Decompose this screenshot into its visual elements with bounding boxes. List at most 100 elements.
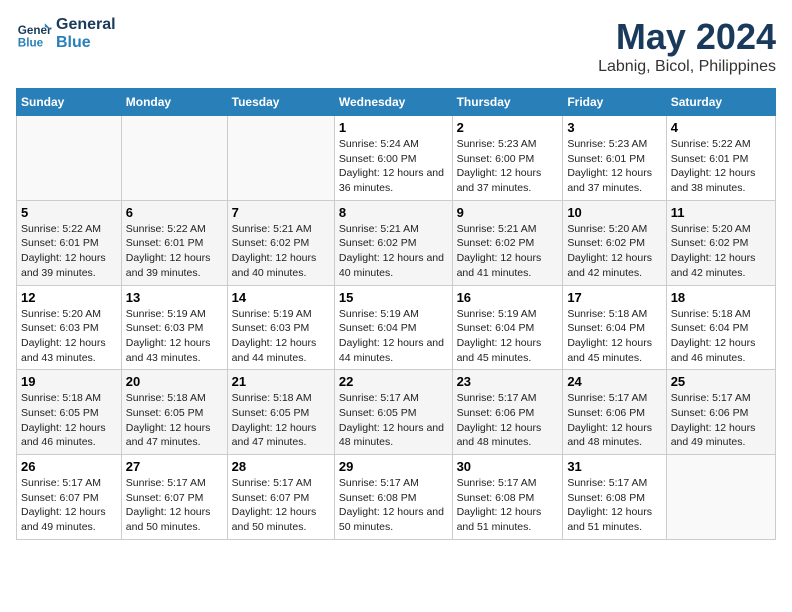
header: General Blue General Blue May 2024 Labni… — [16, 16, 776, 76]
sunrise-text: Sunrise: 5:18 AMSunset: 6:04 PMDaylight:… — [567, 308, 652, 364]
day-number: 30 — [457, 459, 559, 474]
calendar-cell: 5 Sunrise: 5:22 AMSunset: 6:01 PMDayligh… — [17, 200, 122, 285]
day-number: 24 — [567, 374, 661, 389]
day-number: 21 — [232, 374, 330, 389]
calendar-cell: 22 Sunrise: 5:17 AMSunset: 6:05 PMDaylig… — [334, 370, 452, 455]
day-number: 12 — [21, 290, 117, 305]
day-number: 11 — [671, 205, 771, 220]
sunrise-text: Sunrise: 5:17 AMSunset: 6:06 PMDaylight:… — [671, 392, 756, 448]
sunrise-text: Sunrise: 5:22 AMSunset: 6:01 PMDaylight:… — [671, 138, 756, 194]
calendar-cell: 8 Sunrise: 5:21 AMSunset: 6:02 PMDayligh… — [334, 200, 452, 285]
calendar-cell: 2 Sunrise: 5:23 AMSunset: 6:00 PMDayligh… — [452, 116, 563, 201]
svg-text:Blue: Blue — [18, 37, 44, 50]
calendar-cell: 1 Sunrise: 5:24 AMSunset: 6:00 PMDayligh… — [334, 116, 452, 201]
calendar-cell: 11 Sunrise: 5:20 AMSunset: 6:02 PMDaylig… — [666, 200, 775, 285]
sunrise-text: Sunrise: 5:23 AMSunset: 6:00 PMDaylight:… — [457, 138, 542, 194]
sunrise-text: Sunrise: 5:17 AMSunset: 6:08 PMDaylight:… — [567, 477, 652, 533]
sunrise-text: Sunrise: 5:19 AMSunset: 6:04 PMDaylight:… — [457, 308, 542, 364]
sunrise-text: Sunrise: 5:18 AMSunset: 6:05 PMDaylight:… — [232, 392, 317, 448]
day-number: 2 — [457, 120, 559, 135]
title-area: May 2024 Labnig, Bicol, Philippines — [598, 16, 776, 76]
col-header-friday: Friday — [563, 89, 666, 116]
day-number: 31 — [567, 459, 661, 474]
day-number: 14 — [232, 290, 330, 305]
day-number: 5 — [21, 205, 117, 220]
day-number: 15 — [339, 290, 448, 305]
calendar-cell: 25 Sunrise: 5:17 AMSunset: 6:06 PMDaylig… — [666, 370, 775, 455]
sunrise-text: Sunrise: 5:21 AMSunset: 6:02 PMDaylight:… — [339, 223, 444, 279]
col-header-thursday: Thursday — [452, 89, 563, 116]
day-number: 25 — [671, 374, 771, 389]
sunrise-text: Sunrise: 5:19 AMSunset: 6:03 PMDaylight:… — [126, 308, 211, 364]
calendar-cell: 26 Sunrise: 5:17 AMSunset: 6:07 PMDaylig… — [17, 455, 122, 540]
calendar-cell: 29 Sunrise: 5:17 AMSunset: 6:08 PMDaylig… — [334, 455, 452, 540]
sunrise-text: Sunrise: 5:21 AMSunset: 6:02 PMDaylight:… — [232, 223, 317, 279]
day-number: 17 — [567, 290, 661, 305]
day-number: 18 — [671, 290, 771, 305]
logo-line1: General — [56, 16, 116, 34]
logo-line2: Blue — [56, 34, 116, 52]
calendar-cell: 31 Sunrise: 5:17 AMSunset: 6:08 PMDaylig… — [563, 455, 666, 540]
calendar-table: SundayMondayTuesdayWednesdayThursdayFrid… — [16, 88, 776, 540]
day-number: 19 — [21, 374, 117, 389]
col-header-saturday: Saturday — [666, 89, 775, 116]
calendar-cell: 15 Sunrise: 5:19 AMSunset: 6:04 PMDaylig… — [334, 285, 452, 370]
calendar-cell: 10 Sunrise: 5:20 AMSunset: 6:02 PMDaylig… — [563, 200, 666, 285]
day-number: 26 — [21, 459, 117, 474]
subtitle: Labnig, Bicol, Philippines — [598, 58, 776, 76]
calendar-cell: 13 Sunrise: 5:19 AMSunset: 6:03 PMDaylig… — [121, 285, 227, 370]
calendar-cell: 28 Sunrise: 5:17 AMSunset: 6:07 PMDaylig… — [227, 455, 334, 540]
sunrise-text: Sunrise: 5:17 AMSunset: 6:08 PMDaylight:… — [457, 477, 542, 533]
calendar-cell — [666, 455, 775, 540]
main-title: May 2024 — [598, 16, 776, 58]
sunrise-text: Sunrise: 5:17 AMSunset: 6:05 PMDaylight:… — [339, 392, 444, 448]
calendar-cell: 7 Sunrise: 5:21 AMSunset: 6:02 PMDayligh… — [227, 200, 334, 285]
calendar-cell: 30 Sunrise: 5:17 AMSunset: 6:08 PMDaylig… — [452, 455, 563, 540]
calendar-cell — [17, 116, 122, 201]
sunrise-text: Sunrise: 5:18 AMSunset: 6:04 PMDaylight:… — [671, 308, 756, 364]
col-header-tuesday: Tuesday — [227, 89, 334, 116]
calendar-cell: 9 Sunrise: 5:21 AMSunset: 6:02 PMDayligh… — [452, 200, 563, 285]
day-number: 7 — [232, 205, 330, 220]
day-number: 27 — [126, 459, 223, 474]
sunrise-text: Sunrise: 5:18 AMSunset: 6:05 PMDaylight:… — [126, 392, 211, 448]
day-number: 20 — [126, 374, 223, 389]
day-number: 29 — [339, 459, 448, 474]
sunrise-text: Sunrise: 5:21 AMSunset: 6:02 PMDaylight:… — [457, 223, 542, 279]
calendar-cell — [121, 116, 227, 201]
day-number: 23 — [457, 374, 559, 389]
calendar-cell: 19 Sunrise: 5:18 AMSunset: 6:05 PMDaylig… — [17, 370, 122, 455]
col-header-sunday: Sunday — [17, 89, 122, 116]
day-number: 28 — [232, 459, 330, 474]
calendar-cell: 24 Sunrise: 5:17 AMSunset: 6:06 PMDaylig… — [563, 370, 666, 455]
day-number: 3 — [567, 120, 661, 135]
calendar-cell — [227, 116, 334, 201]
sunrise-text: Sunrise: 5:23 AMSunset: 6:01 PMDaylight:… — [567, 138, 652, 194]
calendar-cell: 6 Sunrise: 5:22 AMSunset: 6:01 PMDayligh… — [121, 200, 227, 285]
sunrise-text: Sunrise: 5:20 AMSunset: 6:02 PMDaylight:… — [671, 223, 756, 279]
sunrise-text: Sunrise: 5:17 AMSunset: 6:07 PMDaylight:… — [126, 477, 211, 533]
day-number: 9 — [457, 205, 559, 220]
sunrise-text: Sunrise: 5:18 AMSunset: 6:05 PMDaylight:… — [21, 392, 106, 448]
sunrise-text: Sunrise: 5:17 AMSunset: 6:06 PMDaylight:… — [567, 392, 652, 448]
logo-icon: General Blue — [16, 16, 52, 52]
calendar-cell: 27 Sunrise: 5:17 AMSunset: 6:07 PMDaylig… — [121, 455, 227, 540]
calendar-cell: 21 Sunrise: 5:18 AMSunset: 6:05 PMDaylig… — [227, 370, 334, 455]
day-number: 8 — [339, 205, 448, 220]
sunrise-text: Sunrise: 5:19 AMSunset: 6:04 PMDaylight:… — [339, 308, 444, 364]
day-number: 6 — [126, 205, 223, 220]
day-number: 22 — [339, 374, 448, 389]
sunrise-text: Sunrise: 5:17 AMSunset: 6:07 PMDaylight:… — [21, 477, 106, 533]
sunrise-text: Sunrise: 5:20 AMSunset: 6:03 PMDaylight:… — [21, 308, 106, 364]
col-header-wednesday: Wednesday — [334, 89, 452, 116]
day-number: 13 — [126, 290, 223, 305]
sunrise-text: Sunrise: 5:19 AMSunset: 6:03 PMDaylight:… — [232, 308, 317, 364]
calendar-cell: 20 Sunrise: 5:18 AMSunset: 6:05 PMDaylig… — [121, 370, 227, 455]
sunrise-text: Sunrise: 5:17 AMSunset: 6:07 PMDaylight:… — [232, 477, 317, 533]
calendar-cell: 4 Sunrise: 5:22 AMSunset: 6:01 PMDayligh… — [666, 116, 775, 201]
day-number: 10 — [567, 205, 661, 220]
calendar-cell: 16 Sunrise: 5:19 AMSunset: 6:04 PMDaylig… — [452, 285, 563, 370]
calendar-cell: 3 Sunrise: 5:23 AMSunset: 6:01 PMDayligh… — [563, 116, 666, 201]
day-number: 4 — [671, 120, 771, 135]
sunrise-text: Sunrise: 5:22 AMSunset: 6:01 PMDaylight:… — [21, 223, 106, 279]
